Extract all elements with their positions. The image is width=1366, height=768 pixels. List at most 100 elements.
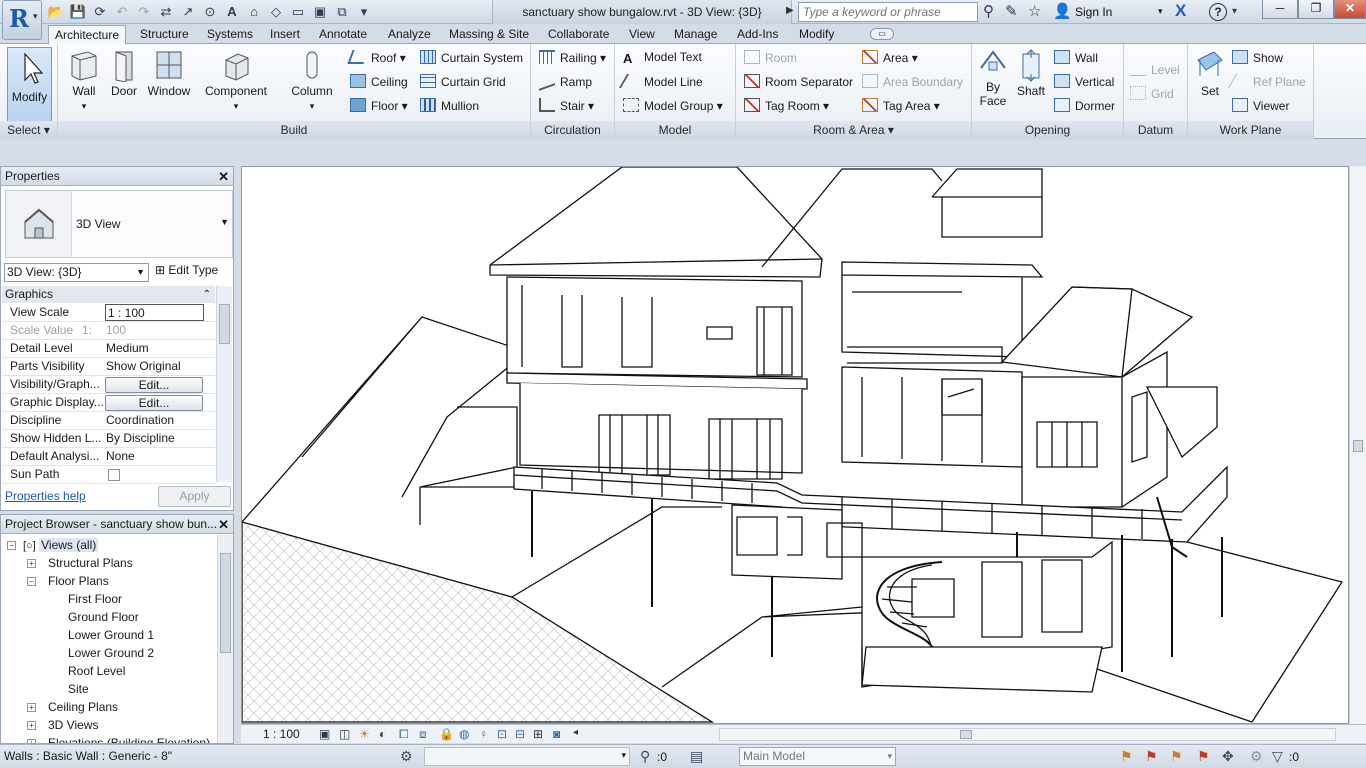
qat-dropdown-icon[interactable]: ▾: [354, 3, 374, 21]
tab-architecture[interactable]: Architecture: [48, 25, 127, 45]
property-row-parts-visibility[interactable]: Parts Visibility Show Original: [2, 358, 215, 376]
property-row-show-hidden-lines[interactable]: Show Hidden L... By Discipline: [2, 430, 215, 448]
switch-windows-icon[interactable]: ⧉: [332, 3, 352, 21]
workset-field[interactable]: ▾: [424, 747, 630, 766]
tree-node-views-all[interactable]: [○] Views (all): [23, 538, 99, 552]
close-hidden-icon[interactable]: ▣: [310, 3, 330, 21]
tab-modify[interactable]: Modify: [799, 27, 834, 41]
edit-type-button[interactable]: ⊞ Edit Type: [155, 263, 218, 277]
tab-collaborate[interactable]: Collaborate: [548, 27, 609, 41]
worksharing-icon[interactable]: ⚙: [400, 748, 413, 765]
tab-insert[interactable]: Insert: [270, 27, 300, 41]
show-work-plane-button[interactable]: Show: [1232, 50, 1283, 65]
background-process-icon[interactable]: ⚙: [1250, 748, 1263, 765]
ribbon-minimize-toggle[interactable]: ▭: [870, 28, 894, 40]
temporary-properties-icon[interactable]: ⊡: [497, 727, 507, 741]
lock-view-icon[interactable]: 🔒: [439, 727, 454, 741]
thin-lines-icon[interactable]: ▭: [288, 3, 308, 21]
view-scale-selector[interactable]: 1 : 100: [263, 727, 300, 741]
user-icon[interactable]: 👤: [1053, 3, 1072, 21]
level-button[interactable]: Level: [1130, 62, 1180, 77]
floor-button[interactable]: Floor ▾: [350, 98, 408, 113]
save-icon[interactable]: 💾: [68, 3, 88, 21]
select-pinned-icon[interactable]: ⚑: [1170, 748, 1183, 765]
room-separator-button[interactable]: Room Separator: [744, 74, 853, 89]
open-icon[interactable]: 📂: [46, 3, 66, 21]
exchange-apps-icon[interactable]: X: [1175, 1, 1186, 21]
application-menu-button[interactable]: R ▾: [2, 0, 42, 40]
sync-icon[interactable]: ⟳: [90, 3, 110, 21]
tab-manage[interactable]: Manage: [674, 27, 717, 41]
3d-view-icon[interactable]: ⌂: [244, 3, 264, 21]
viewport-horizontal-scrollbar[interactable]: [719, 728, 1336, 741]
properties-help-link[interactable]: Properties help: [5, 489, 86, 503]
model-group-button[interactable]: Model Group ▾: [623, 98, 723, 113]
tag-room-button[interactable]: Tag Room ▾: [744, 98, 829, 113]
tab-add-ins[interactable]: Add-Ins: [737, 27, 778, 41]
dormer-button[interactable]: Dormer: [1054, 98, 1115, 113]
view-scale-field[interactable]: 1 : 100: [105, 304, 204, 321]
text-icon[interactable]: A: [222, 3, 242, 21]
tree-node-site[interactable]: Site: [68, 682, 89, 696]
curtain-grid-button[interactable]: Curtain Grid: [420, 74, 506, 89]
filter-icon[interactable]: ▽: [1272, 748, 1283, 765]
restore-button[interactable]: ❐: [1298, 0, 1334, 19]
apply-button[interactable]: Apply: [158, 486, 231, 507]
collapse-toggle[interactable]: −: [27, 577, 36, 586]
tree-node-first-floor[interactable]: First Floor: [68, 592, 122, 606]
visibility-edit-button[interactable]: Edit...: [105, 377, 203, 393]
tree-node-ceiling-plans[interactable]: Ceiling Plans: [48, 700, 118, 714]
dimension-icon[interactable]: ↗: [178, 3, 198, 21]
select-underlay-icon[interactable]: ⚑: [1145, 748, 1158, 765]
roof-button[interactable]: Roof ▾: [347, 50, 406, 65]
model-text-button[interactable]: A Model Text: [623, 50, 702, 66]
building-3d-model[interactable]: [242, 167, 1349, 724]
select-links-icon[interactable]: ⚑: [1120, 748, 1133, 765]
expand-toggle[interactable]: +: [27, 703, 36, 712]
mullion-button[interactable]: Mullion: [420, 98, 479, 113]
binoculars-icon[interactable]: ⚲: [983, 3, 994, 21]
tab-view[interactable]: View: [629, 27, 655, 41]
analytical-model-icon[interactable]: ⊟: [515, 727, 525, 741]
help-dropdown-icon[interactable]: ▾: [1232, 3, 1237, 21]
temporary-hide-icon[interactable]: ◍: [459, 727, 469, 741]
column-button[interactable]: Column ▾: [288, 48, 336, 112]
subscription-icon[interactable]: ✎: [1005, 3, 1018, 21]
panel-title-room-area[interactable]: Room & Area ▾: [736, 121, 971, 139]
expand-toggle[interactable]: +: [27, 559, 36, 568]
tag-icon[interactable]: ⊙: [200, 3, 220, 21]
vertical-opening-button[interactable]: Vertical: [1054, 74, 1114, 89]
panel-title-select[interactable]: Select ▾: [0, 121, 57, 139]
design-options-icon[interactable]: ▤: [690, 748, 703, 765]
tab-massing-site[interactable]: Massing & Site: [449, 27, 529, 41]
tab-structure[interactable]: Structure: [140, 27, 189, 41]
search-input[interactable]: [798, 2, 978, 22]
tree-node-lower-ground-1[interactable]: Lower Ground 1: [68, 628, 154, 642]
viewer-button[interactable]: Viewer: [1232, 98, 1289, 113]
reveal-constraints-icon[interactable]: ◙: [553, 727, 560, 741]
property-row-default-analysis[interactable]: Default Analysi... None: [2, 448, 215, 466]
view-instance-dropdown[interactable]: 3D View: {3D} ▼: [4, 263, 149, 282]
graphics-section-header[interactable]: Graphics ⌃: [2, 286, 215, 303]
tab-analyze[interactable]: Analyze: [388, 27, 431, 41]
wall-button[interactable]: Wall ▾: [64, 48, 104, 112]
graphic-display-edit-button[interactable]: Edit...: [105, 395, 203, 411]
tree-node-floor-plans[interactable]: Floor Plans: [48, 574, 109, 588]
component-button[interactable]: Component ▾: [201, 48, 271, 112]
area-button[interactable]: Area ▾: [862, 50, 918, 65]
ref-plane-button[interactable]: Ref Plane: [1227, 74, 1306, 89]
tag-area-button[interactable]: Tag Area ▾: [862, 98, 940, 113]
ramp-button[interactable]: Ramp: [539, 71, 592, 91]
show-crop-icon[interactable]: ⧈: [419, 727, 427, 742]
area-boundary-button[interactable]: Area Boundary: [862, 74, 963, 89]
tab-systems[interactable]: Systems: [207, 27, 253, 41]
set-work-plane-button[interactable]: Set: [1192, 48, 1228, 98]
model-line-button[interactable]: Model Line: [618, 74, 703, 89]
detail-level-icon[interactable]: ▣: [319, 727, 330, 741]
property-row-detail-level[interactable]: Detail Level Medium: [2, 340, 215, 358]
favorites-star-icon[interactable]: ☆: [1028, 3, 1041, 21]
properties-scrollbar[interactable]: [216, 286, 232, 482]
sign-in-link[interactable]: Sign In: [1075, 5, 1112, 19]
viewbar-more-icon[interactable]: ◂: [573, 727, 578, 738]
close-icon[interactable]: ✕: [218, 515, 229, 534]
